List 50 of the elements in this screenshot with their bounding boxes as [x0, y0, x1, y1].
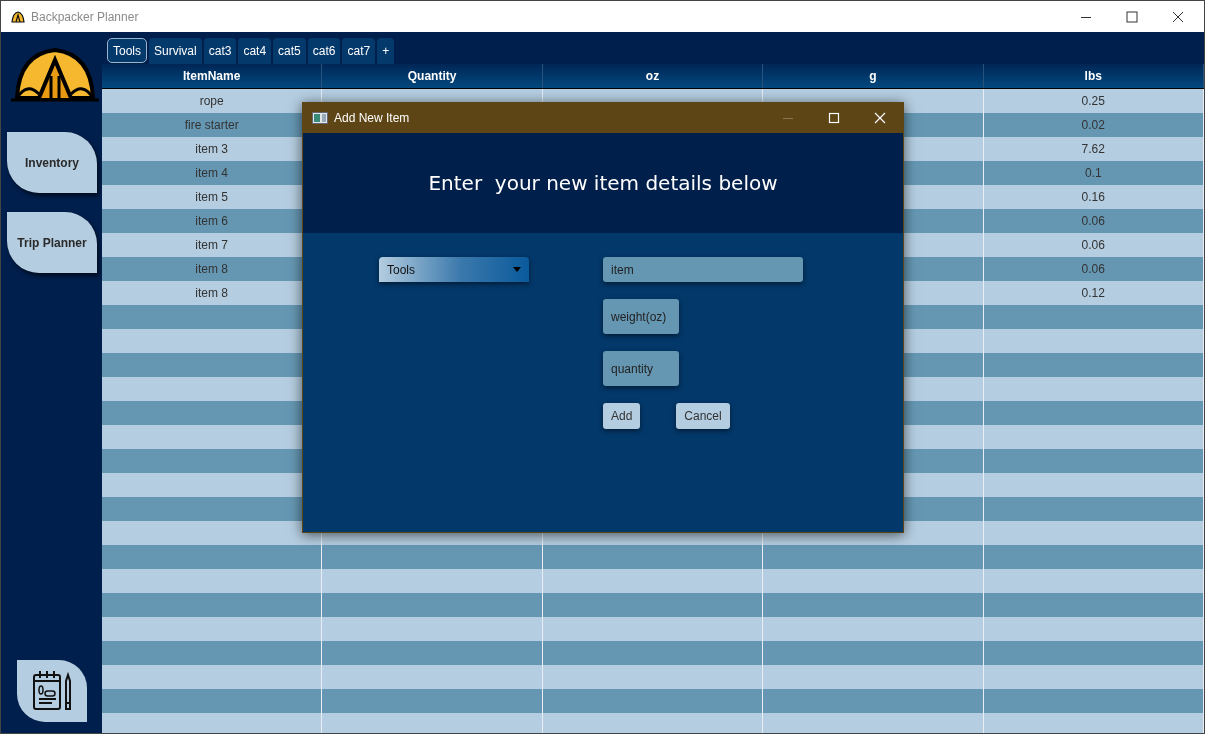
table-cell: 0.06 — [1081, 238, 1105, 252]
column-header: ItemName — [102, 64, 323, 88]
category-tab[interactable]: cat6 — [307, 38, 341, 64]
category-tab[interactable]: cat5 — [273, 38, 306, 64]
category-tab[interactable]: Survival — [149, 38, 202, 64]
category-tab[interactable]: cat4 — [238, 38, 272, 64]
dropdown-caret-icon — [513, 267, 521, 272]
category-dropdown[interactable]: Tools — [379, 257, 529, 282]
column-header: oz — [542, 64, 764, 88]
tent-logo-icon — [9, 46, 101, 104]
sidebar-button[interactable]: Trip Planner — [7, 212, 97, 273]
table-cell: fire starter — [184, 118, 239, 132]
tent-icon — [11, 10, 25, 23]
sidebar-button[interactable]: Inventory — [7, 132, 97, 193]
dialog-heading: Enter your new item details below — [428, 171, 778, 195]
cancel-button[interactable]: Cancel — [676, 403, 730, 429]
table-cell: item 4 — [195, 166, 229, 180]
column-header: g — [763, 64, 984, 88]
table-cell: 7.62 — [1081, 142, 1105, 156]
category-tab[interactable]: Tools — [107, 38, 147, 63]
table-cell: item 8 — [195, 262, 229, 276]
table-cell: item 8 — [195, 286, 229, 300]
maximize-icon[interactable] — [1126, 10, 1138, 23]
table-cell: item 5 — [195, 190, 229, 204]
table-cell: 0.06 — [1081, 214, 1105, 228]
column-header: Quantity — [322, 64, 543, 88]
window-title: Backpacker Planner — [31, 9, 139, 24]
add-button[interactable]: Add — [603, 403, 641, 429]
table-cell: 0.1 — [1084, 166, 1102, 180]
input-field[interactable]: weight(oz) — [603, 299, 679, 334]
table-cell: item 6 — [195, 214, 229, 228]
window-icon — [312, 112, 328, 124]
notebook-button[interactable] — [17, 660, 87, 722]
close-icon[interactable] — [1172, 10, 1184, 23]
dialog-title: Add New Item — [334, 111, 410, 125]
table-cell: 0.02 — [1081, 118, 1105, 132]
input-field[interactable]: quantity — [603, 351, 679, 386]
input-field[interactable]: item — [603, 257, 803, 282]
table-cell: rope — [199, 94, 224, 108]
table-cell: 0.12 — [1081, 286, 1105, 300]
table-cell: 0.16 — [1081, 190, 1105, 204]
column-header: lbs — [983, 64, 1204, 88]
table-cell: item 7 — [195, 238, 229, 252]
category-tab[interactable]: + — [377, 38, 395, 64]
table-cell: 0.25 — [1081, 94, 1105, 108]
category-tab[interactable]: cat7 — [342, 38, 376, 64]
category-tab[interactable]: cat3 — [203, 38, 237, 64]
notebook-pencil-icon — [30, 669, 74, 713]
table-cell: 0.06 — [1081, 262, 1105, 276]
table-cell: item 3 — [195, 142, 229, 156]
